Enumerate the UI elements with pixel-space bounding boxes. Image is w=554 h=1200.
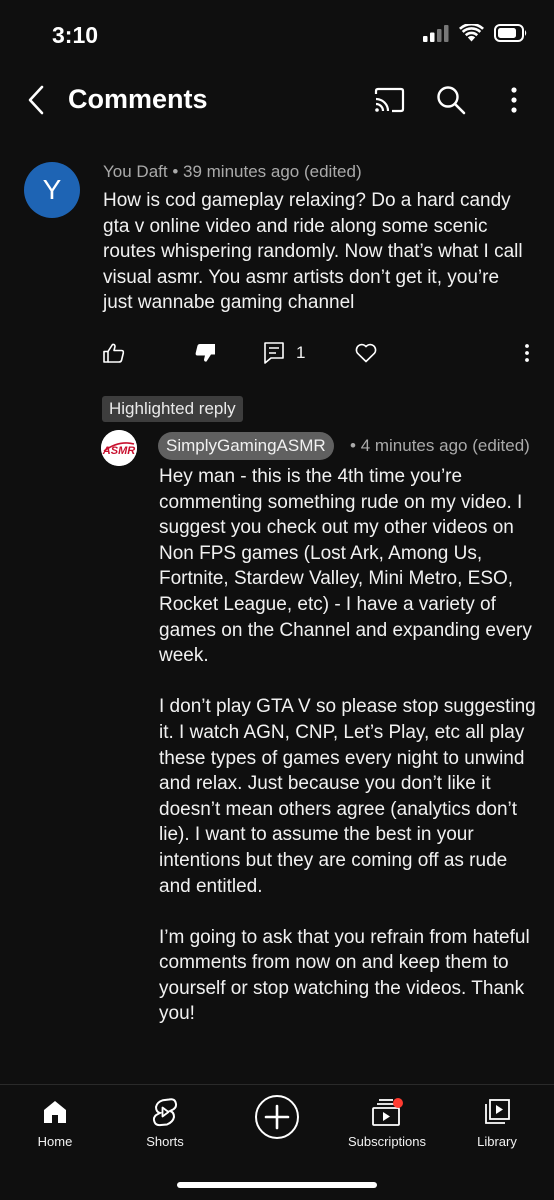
like-button[interactable] [103,338,125,368]
thumbs-down-icon [195,344,215,362]
library-icon [485,1099,510,1124]
nav-shorts[interactable]: Shorts [115,1095,215,1149]
cast-button[interactable] [371,82,407,118]
subscriptions-icon [372,1098,403,1126]
cellular-signal-icon [423,25,449,42]
page-title: Comments [68,84,208,114]
channel-avatar[interactable]: ASMR [101,430,137,466]
nav-label: Subscriptions [347,1134,427,1149]
dislike-button[interactable] [194,338,216,368]
heart-icon [355,343,377,363]
asmr-logo-icon: ASMR [101,430,137,466]
nav-home[interactable]: Home [5,1095,105,1149]
status-time: 3:10 [52,22,99,48]
status-icons [423,24,528,42]
reply-time: 4 minutes ago (edited) [360,436,530,455]
nav-label: Home [37,1134,73,1149]
reply-paragraph: Hey man - this is the 4th time you’re co… [159,466,532,667]
home-indicator [177,1182,377,1188]
search-button[interactable] [433,82,469,118]
back-button[interactable] [18,82,54,118]
thumbs-up-icon [103,343,125,363]
nav-label: Shorts [146,1134,184,1149]
meta-separator: • [350,436,361,455]
home-icon [44,1101,66,1123]
heart-button[interactable] [355,338,377,368]
nav-label: Library [477,1134,517,1149]
search-icon [437,86,466,115]
reply-count: 1 [296,343,306,362]
cast-icon [374,87,405,113]
reply-meta: • 4 minutes ago (edited) [350,436,530,456]
plus-circle-icon [255,1095,299,1139]
wifi-icon [459,24,484,42]
comment-actions: 1 [0,338,554,368]
highlighted-reply-badge: Highlighted reply [102,396,243,422]
shorts-icon [152,1098,178,1127]
comment-menu-button[interactable] [524,338,530,368]
more-vertical-icon [525,344,529,362]
replies-button[interactable]: 1 [264,338,305,368]
more-vertical-icon [511,87,517,113]
header-bar: Comments [0,70,554,132]
comment-author[interactable]: You Daft [103,162,168,181]
reply-paragraph: I’m going to ask that you refrain from h… [159,926,530,1025]
avatar-text: ASMR [102,445,135,457]
meta-separator: • [172,162,184,181]
reply-author-chip[interactable]: SimplyGamingASMR [158,432,334,460]
reply-text: Hey man - this is the 4th time you’re co… [159,464,544,1053]
nav-library[interactable]: Library [447,1095,547,1149]
status-bar: 3:10 [0,0,554,70]
create-button[interactable] [227,1095,327,1139]
comment-meta: You Daft • 39 minutes ago (edited) [103,162,362,182]
more-options-button[interactable] [496,82,532,118]
comment-time: 39 minutes ago (edited) [183,162,362,181]
nav-subscriptions[interactable]: Subscriptions [337,1095,437,1149]
battery-icon [494,24,527,42]
comment-text: How is cod gameplay relaxing? Do a hard … [103,190,523,314]
reply-paragraph: I don’t play GTA V so please stop sugges… [159,696,536,897]
chevron-left-icon [28,85,44,115]
avatar[interactable]: Y [24,162,80,218]
notification-dot [393,1098,403,1108]
reply-comment-icon [264,342,284,364]
